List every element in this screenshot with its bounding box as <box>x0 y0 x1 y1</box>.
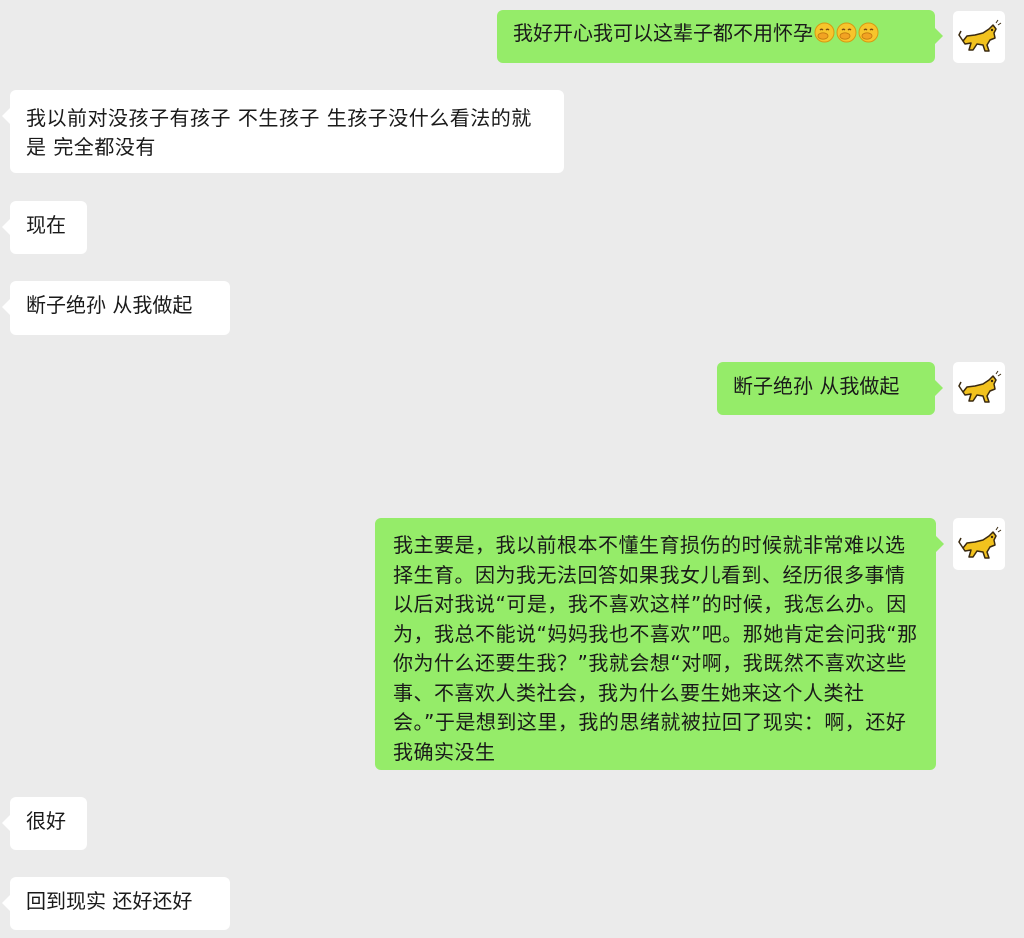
received-message-bubble[interactable]: 现在 <box>2 201 87 254</box>
self-avatar[interactable] <box>953 362 1005 414</box>
sent-message-bubble[interactable]: 我好开心我可以这辈子都不用怀孕 <box>497 10 943 63</box>
message-text: 我主要是，我以前根本不懂生育损伤的时候就非常难以选择生育。因为我无法回答如果我女… <box>393 533 918 764</box>
message-text: 回到现实 还好还好 <box>26 889 193 913</box>
hand-over-mouth-emoji-icon <box>858 22 879 43</box>
self-avatar[interactable] <box>953 11 1005 63</box>
message-text: 很好 <box>26 809 66 833</box>
message-text: 我好开心我可以这辈子都不用怀孕 <box>513 21 813 45</box>
received-message-bubble[interactable]: 很好 <box>2 797 87 850</box>
hand-over-mouth-emoji-icon <box>814 22 835 43</box>
message-text: 断子绝孙 从我做起 <box>733 374 900 398</box>
received-message-bubble[interactable]: 断子绝孙 从我做起 <box>2 281 230 335</box>
yellow-cat-avatar-icon <box>958 526 1002 559</box>
received-message-bubble[interactable]: 我以前对没孩子有孩子 不生孩子 生孩子没什么看法的就是 完全都没有 <box>2 90 564 173</box>
message-text: 断子绝孙 从我做起 <box>26 293 193 317</box>
yellow-cat-avatar-icon <box>958 370 1002 403</box>
received-message-bubble[interactable]: 回到现实 还好还好 <box>2 877 230 930</box>
hand-over-mouth-emoji-icon <box>836 22 857 43</box>
sent-message-bubble[interactable]: 我主要是，我以前根本不懂生育损伤的时候就非常难以选择生育。因为我无法回答如果我女… <box>375 518 944 770</box>
self-avatar[interactable] <box>953 518 1005 570</box>
message-text: 现在 <box>26 213 66 237</box>
chat-message-area: 我好开心我可以这辈子都不用怀孕 我以前对没孩子有孩子 不生孩子 生孩子没什么看法… <box>0 0 1024 938</box>
message-text: 我以前对没孩子有孩子 不生孩子 生孩子没什么看法的就是 完全都没有 <box>26 106 532 159</box>
sent-message-bubble[interactable]: 断子绝孙 从我做起 <box>717 362 943 415</box>
yellow-cat-avatar-icon <box>958 19 1002 52</box>
